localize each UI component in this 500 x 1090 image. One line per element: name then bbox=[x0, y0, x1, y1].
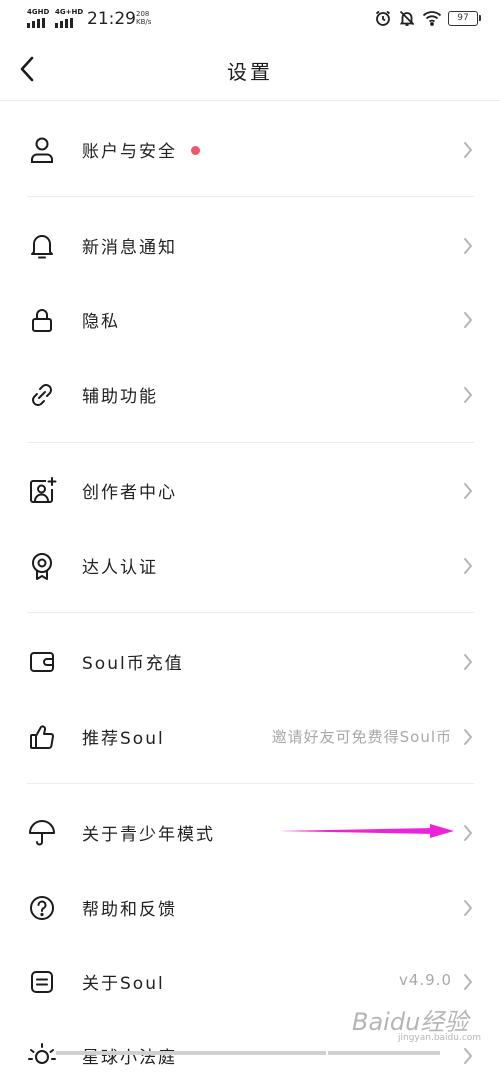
chevron-right-icon bbox=[464, 238, 472, 254]
settings-item-label: 辅助功能 bbox=[82, 387, 158, 407]
wifi-icon bbox=[422, 11, 442, 26]
chevron-right-icon bbox=[464, 483, 472, 499]
chevron-right-icon bbox=[464, 387, 472, 403]
settings-item-label: 关于青少年模式 bbox=[82, 825, 215, 845]
settings-item-label: 账户与安全 bbox=[82, 142, 177, 162]
signal-label: 4GHD bbox=[27, 8, 50, 16]
badge-ribbon-icon bbox=[27, 551, 57, 581]
speed-unit: KB/s bbox=[136, 18, 152, 26]
annotation-arrow bbox=[278, 824, 454, 838]
settings-item-label: 达人认证 bbox=[82, 558, 158, 578]
divider bbox=[0, 100, 500, 101]
settings-item-label: 帮助和反馈 bbox=[82, 900, 177, 920]
alarm-icon bbox=[375, 10, 391, 26]
app-version: v4.9.0 bbox=[398, 971, 452, 989]
speed-value: 208 bbox=[136, 10, 150, 18]
settings-item-label: Soul币充值 bbox=[82, 654, 184, 674]
settings-item-label: 关于Soul bbox=[82, 974, 165, 994]
settings-item-label: 新消息通知 bbox=[82, 238, 177, 258]
wallet-icon bbox=[27, 647, 57, 677]
settings-item-label: 隐私 bbox=[82, 312, 120, 332]
status-time: 21:29 bbox=[87, 9, 136, 29]
settings-item-notifications[interactable]: 新消息通知 bbox=[0, 210, 500, 280]
battery-icon: 97 bbox=[448, 10, 481, 26]
document-icon bbox=[27, 967, 57, 997]
page-title: 设置 bbox=[227, 60, 273, 84]
chevron-right-icon bbox=[464, 974, 472, 990]
chevron-right-icon bbox=[464, 558, 472, 574]
settings-item-recommend[interactable]: 推荐Soul 邀请好友可免费得Soul币 bbox=[0, 701, 500, 771]
section-divider bbox=[27, 783, 474, 784]
network-speed: 208 KB/s bbox=[136, 10, 151, 26]
watermark-url: jingyan.baidu.com bbox=[398, 1033, 482, 1043]
watermark-text: Baidu经验 bbox=[352, 1008, 469, 1036]
section-divider bbox=[27, 196, 474, 197]
settings-item-privacy[interactable]: 隐私 bbox=[0, 284, 500, 354]
notification-dot bbox=[191, 146, 200, 155]
lock-icon bbox=[27, 305, 57, 335]
bell-off-icon bbox=[399, 10, 415, 26]
settings-item-label: 创作者中心 bbox=[82, 483, 177, 503]
chevron-right-icon bbox=[464, 654, 472, 670]
chevron-right-icon bbox=[464, 900, 472, 916]
chevron-right-icon bbox=[464, 1048, 472, 1064]
signal-label: 4G+HD bbox=[55, 8, 84, 16]
bell-icon bbox=[27, 231, 57, 261]
settings-item-recharge[interactable]: Soul币充值 bbox=[0, 626, 500, 696]
settings-item-accessibility[interactable]: 辅助功能 bbox=[0, 359, 500, 429]
section-divider bbox=[27, 612, 474, 613]
section-divider bbox=[27, 442, 474, 443]
chevron-right-icon bbox=[464, 825, 472, 841]
settings-item-creator-center[interactable]: 创作者中心 bbox=[0, 455, 500, 525]
settings-item-hint: 邀请好友可免费得Soul币 bbox=[271, 728, 452, 746]
question-circle-icon bbox=[27, 893, 57, 923]
watermark: Baidu经验 jingyan.baidu.com bbox=[352, 1002, 481, 1043]
scroll-indicator bbox=[56, 1051, 442, 1055]
chevron-right-icon bbox=[464, 312, 472, 328]
umbrella-icon bbox=[27, 818, 57, 848]
settings-item-label: 推荐Soul bbox=[82, 729, 165, 749]
settings-item-help[interactable]: 帮助和反馈 bbox=[0, 872, 500, 942]
portrait-plus-icon bbox=[27, 476, 57, 506]
user-icon bbox=[27, 135, 57, 165]
nav-bar: 设置 bbox=[0, 40, 500, 100]
sun-icon bbox=[27, 1041, 57, 1071]
thumbs-up-icon bbox=[27, 722, 57, 752]
chevron-right-icon bbox=[464, 729, 472, 745]
chevron-right-icon bbox=[464, 142, 472, 158]
status-bar: 4GHD 4G+HD 21:29 208 KB/s 97 bbox=[0, 0, 500, 40]
settings-item-account[interactable]: 账户与安全 bbox=[0, 114, 500, 184]
link-icon bbox=[27, 380, 57, 410]
settings-item-verification[interactable]: 达人认证 bbox=[0, 530, 500, 600]
